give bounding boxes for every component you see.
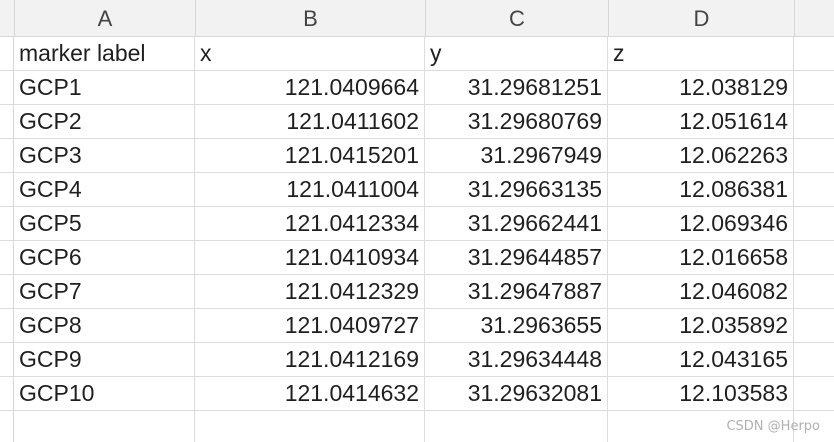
- cell-grid: marker label x y z GCP1 121.0409664 31.2…: [0, 37, 834, 442]
- column-header-empty: [795, 0, 834, 36]
- cell-empty[interactable]: [14, 411, 195, 442]
- cell-z[interactable]: 12.103583: [608, 377, 794, 410]
- row-header[interactable]: [0, 37, 14, 70]
- row-header[interactable]: [0, 343, 14, 376]
- select-all-corner[interactable]: [0, 0, 15, 36]
- table-row: GCP5 121.0412334 31.29662441 12.069346: [0, 207, 834, 241]
- table-row: GCP1 121.0409664 31.29681251 12.038129: [0, 71, 834, 105]
- cell-x[interactable]: 121.0410934: [195, 241, 425, 274]
- cell-x[interactable]: 121.0411602: [195, 105, 425, 138]
- row-header[interactable]: [0, 309, 14, 342]
- cell-empty[interactable]: [794, 139, 834, 172]
- cell-empty[interactable]: [794, 37, 834, 70]
- table-row: GCP2 121.0411602 31.29680769 12.051614: [0, 105, 834, 139]
- cell-marker-label[interactable]: GCP6: [14, 241, 195, 274]
- cell-z[interactable]: 12.086381: [608, 173, 794, 206]
- cell-z[interactable]: 12.051614: [608, 105, 794, 138]
- cell-y[interactable]: 31.29647887: [425, 275, 608, 308]
- cell-marker-label[interactable]: GCP7: [14, 275, 195, 308]
- cell-x[interactable]: 121.0409664: [195, 71, 425, 104]
- cell-y[interactable]: 31.29680769: [425, 105, 608, 138]
- cell-marker-label[interactable]: GCP10: [14, 377, 195, 410]
- column-header-row: A B C D: [0, 0, 834, 37]
- cell-empty[interactable]: [794, 173, 834, 206]
- table-row-empty: [0, 411, 834, 442]
- cell-z[interactable]: 12.043165: [608, 343, 794, 376]
- cell-z[interactable]: 12.035892: [608, 309, 794, 342]
- cell-x[interactable]: 121.0412334: [195, 207, 425, 240]
- table-row: GCP10 121.0414632 31.29632081 12.103583: [0, 377, 834, 411]
- watermark: CSDN @Herpo: [726, 419, 820, 434]
- cell-empty[interactable]: [794, 275, 834, 308]
- cell-header-x[interactable]: x: [195, 37, 425, 70]
- cell-empty[interactable]: [794, 377, 834, 410]
- row-header[interactable]: [0, 377, 14, 410]
- cell-header-y[interactable]: y: [425, 37, 608, 70]
- cell-empty[interactable]: [195, 411, 425, 442]
- cell-header-z[interactable]: z: [608, 37, 794, 70]
- cell-x[interactable]: 121.0414632: [195, 377, 425, 410]
- column-header-b[interactable]: B: [196, 0, 426, 36]
- row-header[interactable]: [0, 275, 14, 308]
- cell-empty[interactable]: [425, 411, 608, 442]
- cell-z[interactable]: 12.016658: [608, 241, 794, 274]
- cell-marker-label[interactable]: GCP2: [14, 105, 195, 138]
- cell-x[interactable]: 121.0411004: [195, 173, 425, 206]
- table-row-header: marker label x y z: [0, 37, 834, 71]
- table-row: GCP9 121.0412169 31.29634448 12.043165: [0, 343, 834, 377]
- row-header[interactable]: [0, 71, 14, 104]
- cell-z[interactable]: 12.046082: [608, 275, 794, 308]
- cell-y[interactable]: 31.29634448: [425, 343, 608, 376]
- cell-marker-label[interactable]: GCP5: [14, 207, 195, 240]
- cell-x[interactable]: 121.0409727: [195, 309, 425, 342]
- cell-marker-label[interactable]: GCP9: [14, 343, 195, 376]
- cell-empty[interactable]: [794, 105, 834, 138]
- column-header-d[interactable]: D: [609, 0, 795, 36]
- cell-y[interactable]: 31.2963655: [425, 309, 608, 342]
- table-row: GCP3 121.0415201 31.2967949 12.062263: [0, 139, 834, 173]
- cell-marker-label[interactable]: GCP4: [14, 173, 195, 206]
- cell-y[interactable]: 31.29632081: [425, 377, 608, 410]
- cell-z[interactable]: 12.069346: [608, 207, 794, 240]
- cell-header-marker-label[interactable]: marker label: [14, 37, 195, 70]
- table-row: GCP6 121.0410934 31.29644857 12.016658: [0, 241, 834, 275]
- cell-x[interactable]: 121.0412169: [195, 343, 425, 376]
- cell-empty[interactable]: [794, 71, 834, 104]
- table-row: GCP4 121.0411004 31.29663135 12.086381: [0, 173, 834, 207]
- row-header[interactable]: [0, 411, 14, 442]
- spreadsheet: A B C D marker label x y z GCP1 121.0409…: [0, 0, 834, 442]
- cell-empty[interactable]: [794, 241, 834, 274]
- cell-x[interactable]: 121.0415201: [195, 139, 425, 172]
- cell-marker-label[interactable]: GCP8: [14, 309, 195, 342]
- row-header[interactable]: [0, 173, 14, 206]
- cell-marker-label[interactable]: GCP1: [14, 71, 195, 104]
- row-header[interactable]: [0, 139, 14, 172]
- cell-empty[interactable]: [794, 207, 834, 240]
- cell-y[interactable]: 31.2967949: [425, 139, 608, 172]
- cell-y[interactable]: 31.29644857: [425, 241, 608, 274]
- cell-z[interactable]: 12.062263: [608, 139, 794, 172]
- row-header[interactable]: [0, 241, 14, 274]
- cell-marker-label[interactable]: GCP3: [14, 139, 195, 172]
- cell-y[interactable]: 31.29663135: [425, 173, 608, 206]
- cell-empty[interactable]: [794, 309, 834, 342]
- column-header-a[interactable]: A: [15, 0, 196, 36]
- row-header[interactable]: [0, 105, 14, 138]
- cell-y[interactable]: 31.29681251: [425, 71, 608, 104]
- cell-empty[interactable]: [794, 343, 834, 376]
- table-row: GCP7 121.0412329 31.29647887 12.046082: [0, 275, 834, 309]
- column-header-c[interactable]: C: [426, 0, 609, 36]
- table-row: GCP8 121.0409727 31.2963655 12.035892: [0, 309, 834, 343]
- cell-z[interactable]: 12.038129: [608, 71, 794, 104]
- cell-y[interactable]: 31.29662441: [425, 207, 608, 240]
- row-header[interactable]: [0, 207, 14, 240]
- cell-x[interactable]: 121.0412329: [195, 275, 425, 308]
